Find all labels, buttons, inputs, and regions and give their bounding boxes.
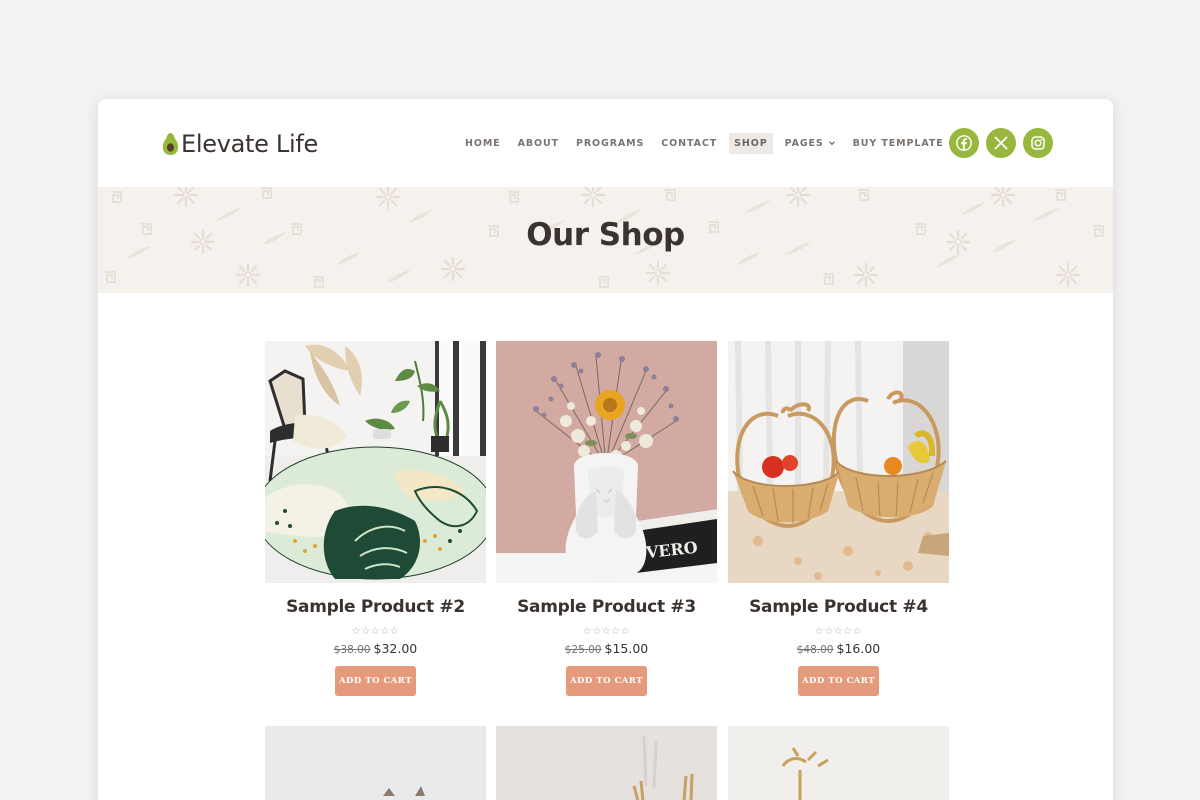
product-image-vase[interactable]: VERO — [496, 341, 717, 583]
nav-item-label: ABOUT — [517, 137, 559, 149]
social-links — [949, 128, 1060, 158]
product-title[interactable]: Sample Product #4 — [728, 597, 949, 617]
nav-item-label: PROGRAMS — [575, 137, 645, 149]
nav-item-shop[interactable]: SHOP — [729, 132, 773, 154]
facebook-link[interactable] — [949, 128, 979, 158]
old-price: $48.00 — [796, 644, 834, 656]
instagram-icon — [1031, 136, 1045, 150]
nav-item-buy-template[interactable]: BUY TEMPLATE — [848, 133, 961, 154]
chevron-down-icon — [828, 141, 835, 146]
nav-item-label: HOME — [465, 137, 501, 149]
product-title[interactable]: Sample Product #3 — [496, 597, 717, 617]
product-title[interactable]: Sample Product #2 — [265, 597, 486, 617]
product-image-rug[interactable] — [265, 341, 486, 583]
nav-item-label: BUY TEMPLATE — [852, 137, 944, 149]
x-icon — [994, 136, 1008, 150]
sale-price: $32.00 — [373, 641, 418, 656]
site-name: Elevate Life — [181, 130, 318, 158]
product-card: Sample Product #2 ☆☆☆☆☆ $38.00 $32.00 ADD… — [265, 341, 486, 696]
product-image-baskets[interactable] — [728, 341, 949, 583]
old-price: $38.00 — [333, 644, 371, 656]
add-to-cart-button[interactable]: ADD TO CART — [335, 666, 416, 696]
main-nav: HOME ABOUT PROGRAMS CONTACT SHOP PAGES B… — [460, 132, 968, 154]
sale-price: $15.00 — [604, 641, 649, 656]
product-image-row2-1[interactable] — [265, 726, 486, 800]
page-banner: Our Shop — [98, 187, 1113, 293]
rating-stars: ☆☆☆☆☆ — [582, 626, 631, 637]
x-link[interactable] — [986, 128, 1016, 158]
product-price: $25.00 $15.00 — [496, 641, 717, 656]
rating-stars: ☆☆☆☆☆ — [351, 626, 400, 637]
nav-item-pages[interactable]: PAGES — [780, 133, 841, 154]
nav-item-contact[interactable]: CONTACT — [656, 133, 722, 154]
product-card: VERO Sample Product #3 ☆☆☆☆☆ $25.00 $15.… — [496, 341, 717, 696]
nav-item-home[interactable]: HOME — [460, 133, 506, 154]
rating-stars: ☆☆☆☆☆ — [814, 626, 863, 637]
product-card: Sample Product #4 ☆☆☆☆☆ $48.00 $16.00 ADD… — [728, 341, 949, 696]
product-price: $38.00 $32.00 — [265, 641, 486, 656]
product-image-row2-2[interactable] — [496, 726, 717, 800]
avocado-logo-icon — [162, 133, 179, 155]
product-price: $48.00 $16.00 — [728, 641, 949, 656]
old-price: $25.00 — [564, 644, 602, 656]
sale-price: $16.00 — [836, 641, 881, 656]
nav-item-programs[interactable]: PROGRAMS — [571, 133, 649, 154]
facebook-icon — [956, 135, 972, 151]
nav-item-label: PAGES — [784, 137, 824, 149]
site-logo[interactable]: Elevate Life — [162, 127, 318, 161]
nav-item-about[interactable]: ABOUT — [513, 133, 564, 154]
nav-item-label: CONTACT — [661, 137, 718, 149]
product-image-row2-3[interactable] — [728, 726, 949, 800]
nav-item-label: SHOP — [734, 137, 768, 149]
add-to-cart-button[interactable]: ADD TO CART — [798, 666, 879, 696]
browser-window: Elevate Life HOME ABOUT PROGRAMS CONTACT… — [98, 99, 1113, 800]
page-title: Our Shop — [526, 217, 685, 253]
site-header: Elevate Life HOME ABOUT PROGRAMS CONTACT… — [98, 99, 1113, 187]
instagram-link[interactable] — [1023, 128, 1053, 158]
add-to-cart-button[interactable]: ADD TO CART — [566, 666, 647, 696]
